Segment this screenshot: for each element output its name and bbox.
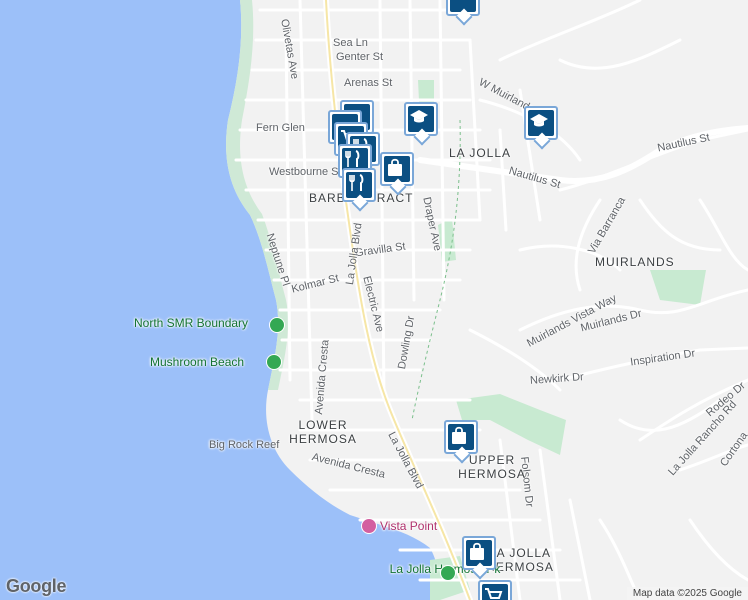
street-label: Westbourne St [269, 166, 342, 178]
school-icon[interactable] [524, 106, 558, 140]
street-label: Fern Glen [256, 122, 305, 134]
park-pin-icon[interactable] [266, 354, 282, 370]
school-icon[interactable] [446, 0, 480, 16]
street-label: Genter St [336, 51, 384, 63]
map-attribution[interactable]: Map data ©2025 Google [626, 587, 748, 600]
map-canvas[interactable]: Sea Ln Genter St Arenas St Olivetas Ave … [0, 0, 748, 600]
shopping-bag-icon[interactable] [380, 152, 414, 186]
school-icon[interactable] [404, 102, 438, 136]
neighborhood-label: LA JOLLA [449, 146, 512, 160]
restaurant-icon[interactable] [342, 168, 376, 202]
google-logo: Google [6, 576, 67, 596]
camera-pin-icon[interactable] [361, 518, 377, 534]
poi-label[interactable]: Mushroom Beach [150, 355, 244, 369]
poi-label[interactable]: Vista Point [380, 519, 437, 533]
shopping-cart-icon[interactable] [478, 580, 512, 600]
park-pin-icon[interactable] [440, 565, 456, 581]
street-label: Big Rock Reef [209, 439, 280, 451]
street-label: Arenas St [344, 77, 393, 89]
neighborhood-label: LOWER HERMOSA [289, 418, 357, 446]
neighborhood-label: MUIRLANDS [595, 255, 675, 269]
shopping-bag-icon[interactable] [444, 420, 478, 454]
street-label: Sea Ln [333, 37, 368, 49]
park-pin-icon[interactable] [269, 317, 285, 333]
poi-label[interactable]: North SMR Boundary [134, 316, 248, 330]
shopping-bag-icon[interactable] [462, 536, 496, 570]
